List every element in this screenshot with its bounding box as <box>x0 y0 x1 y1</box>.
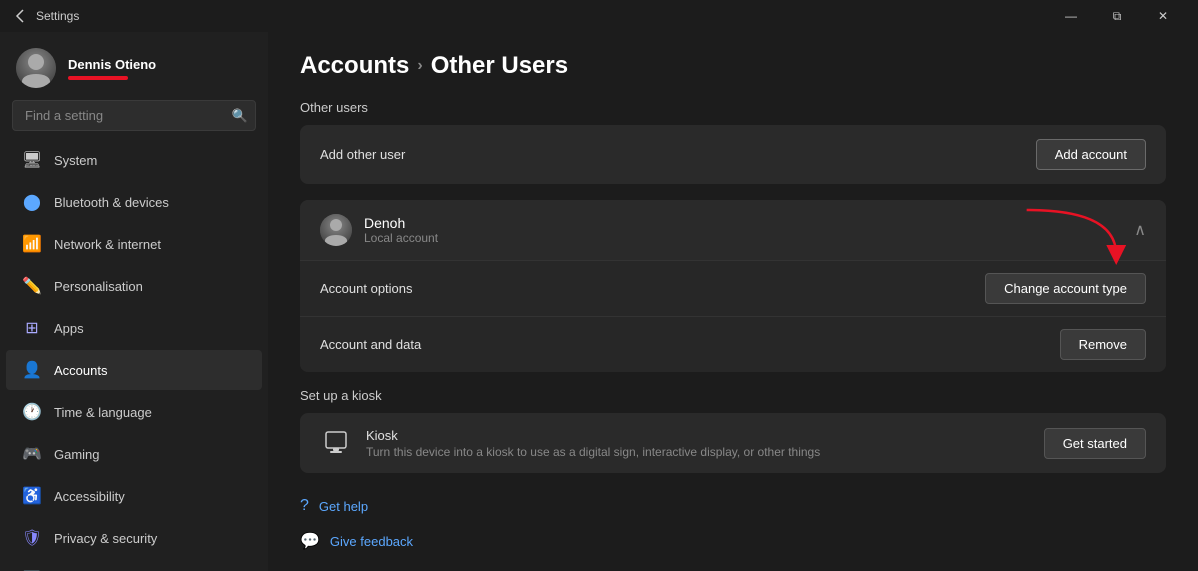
breadcrumb: Accounts › Other Users <box>300 52 1166 80</box>
sidebar: Dennis Otieno 🔍 🖥 System ⬤ Bluetooth & d… <box>0 32 268 571</box>
get-help-icon: ? <box>300 497 309 515</box>
kiosk-card: Kiosk Turn this device into a kiosk to u… <box>300 413 1166 473</box>
account-name: Denoh <box>364 215 1122 231</box>
kiosk-row: Kiosk Turn this device into a kiosk to u… <box>300 413 1166 473</box>
remove-button[interactable]: Remove <box>1060 329 1146 360</box>
account-and-data-label: Account and data <box>320 337 1060 352</box>
time-icon: 🕐 <box>22 402 42 422</box>
give-feedback-icon: 💬 <box>300 531 320 551</box>
sidebar-item-bluetooth-label: Bluetooth & devices <box>54 195 169 210</box>
sidebar-item-accounts[interactable]: 👤 Accounts <box>6 350 262 390</box>
sidebar-item-time-label: Time & language <box>54 405 152 420</box>
account-avatar-image <box>320 214 352 246</box>
sidebar-item-system-label: System <box>54 153 97 168</box>
breadcrumb-parent[interactable]: Accounts <box>300 52 409 80</box>
window-controls: — ⧉ ✕ <box>1048 0 1186 32</box>
search-box: 🔍 <box>12 100 256 131</box>
sidebar-item-apps[interactable]: ⊞ Apps <box>6 308 262 348</box>
gaming-icon: 🎮 <box>22 444 42 464</box>
section-other-users-title: Other users <box>300 100 1166 115</box>
sidebar-item-accessibility[interactable]: ♿ Accessibility <box>6 476 262 516</box>
denoh-account-card: Denoh Local account ∧ Account options Ch… <box>300 200 1166 372</box>
get-started-button[interactable]: Get started <box>1044 428 1146 459</box>
sidebar-item-bluetooth[interactable]: ⬤ Bluetooth & devices <box>6 182 262 222</box>
search-icon: 🔍 <box>232 108 248 124</box>
give-feedback-label: Give feedback <box>330 534 413 549</box>
maximize-button[interactable]: ⧉ <box>1094 0 1140 32</box>
title-bar: Settings — ⧉ ✕ <box>0 0 1198 32</box>
section-kiosk-title: Set up a kiosk <box>300 388 1166 403</box>
kiosk-sub: Turn this device into a kiosk to use as … <box>366 445 1030 459</box>
sidebar-item-gaming-label: Gaming <box>54 447 100 462</box>
close-button[interactable]: ✕ <box>1140 0 1186 32</box>
get-help-link[interactable]: ? Get help <box>300 489 1166 523</box>
kiosk-text: Kiosk Turn this device into a kiosk to u… <box>366 428 1030 459</box>
add-other-user-row: Add other user Add account <box>300 125 1166 184</box>
account-sub: Local account <box>364 231 1122 245</box>
account-avatar <box>320 214 352 246</box>
bluetooth-icon: ⬤ <box>22 192 42 212</box>
kiosk-title: Kiosk <box>366 428 1030 443</box>
sidebar-item-accessibility-label: Accessibility <box>54 489 125 504</box>
get-help-label: Get help <box>319 499 368 514</box>
search-input[interactable] <box>12 100 256 131</box>
sidebar-item-network[interactable]: 📶 Network & internet <box>6 224 262 264</box>
system-icon: 🖥 <box>22 150 42 170</box>
apps-icon: ⊞ <box>22 318 42 338</box>
user-info: Dennis Otieno <box>68 57 252 80</box>
accounts-icon: 👤 <box>22 360 42 380</box>
breadcrumb-separator: › <box>417 57 422 75</box>
avatar-image <box>16 48 56 88</box>
change-account-type-button[interactable]: Change account type <box>985 273 1146 304</box>
user-profile[interactable]: Dennis Otieno <box>0 32 268 100</box>
add-other-user-label: Add other user <box>320 147 1036 162</box>
avatar <box>16 48 56 88</box>
sidebar-item-system[interactable]: 🖥 System <box>6 140 262 180</box>
kiosk-icon <box>320 427 352 459</box>
main-content: Accounts › Other Users Other users Add o… <box>268 32 1198 571</box>
chevron-up-icon: ∧ <box>1134 220 1146 240</box>
account-and-data-row: Account and data Remove <box>300 317 1166 372</box>
sidebar-item-gaming[interactable]: 🎮 Gaming <box>6 434 262 474</box>
personalisation-icon: ✏️ <box>22 276 42 296</box>
user-name: Dennis Otieno <box>68 57 252 72</box>
give-feedback-link[interactable]: 💬 Give feedback <box>300 523 1166 559</box>
app-body: Dennis Otieno 🔍 🖥 System ⬤ Bluetooth & d… <box>0 32 1198 571</box>
sidebar-item-time[interactable]: 🕐 Time & language <box>6 392 262 432</box>
accessibility-icon: ♿ <box>22 486 42 506</box>
back-icon[interactable] <box>12 8 28 24</box>
minimize-button[interactable]: — <box>1048 0 1094 32</box>
account-options-label: Account options <box>320 281 985 296</box>
sidebar-item-privacy[interactable]: 🛡 Privacy & security <box>6 518 262 558</box>
sidebar-item-apps-label: Apps <box>54 321 84 336</box>
add-account-button[interactable]: Add account <box>1036 139 1146 170</box>
account-options-row: Account options Change account type <box>300 261 1166 317</box>
sidebar-item-accounts-label: Accounts <box>54 363 107 378</box>
sidebar-item-network-label: Network & internet <box>54 237 161 252</box>
account-header[interactable]: Denoh Local account ∧ <box>300 200 1166 261</box>
account-info: Denoh Local account <box>364 215 1122 245</box>
app-title: Settings <box>36 9 79 23</box>
sidebar-item-update[interactable]: 🔄 Windows Update <box>6 560 262 571</box>
privacy-icon: 🛡 <box>22 528 42 548</box>
sidebar-item-personalisation[interactable]: ✏️ Personalisation <box>6 266 262 306</box>
add-other-user-card: Add other user Add account <box>300 125 1166 184</box>
user-bar-decoration <box>68 76 128 80</box>
sidebar-item-personalisation-label: Personalisation <box>54 279 143 294</box>
network-icon: 📶 <box>22 234 42 254</box>
sidebar-item-privacy-label: Privacy & security <box>54 531 157 546</box>
breadcrumb-child: Other Users <box>431 52 568 80</box>
